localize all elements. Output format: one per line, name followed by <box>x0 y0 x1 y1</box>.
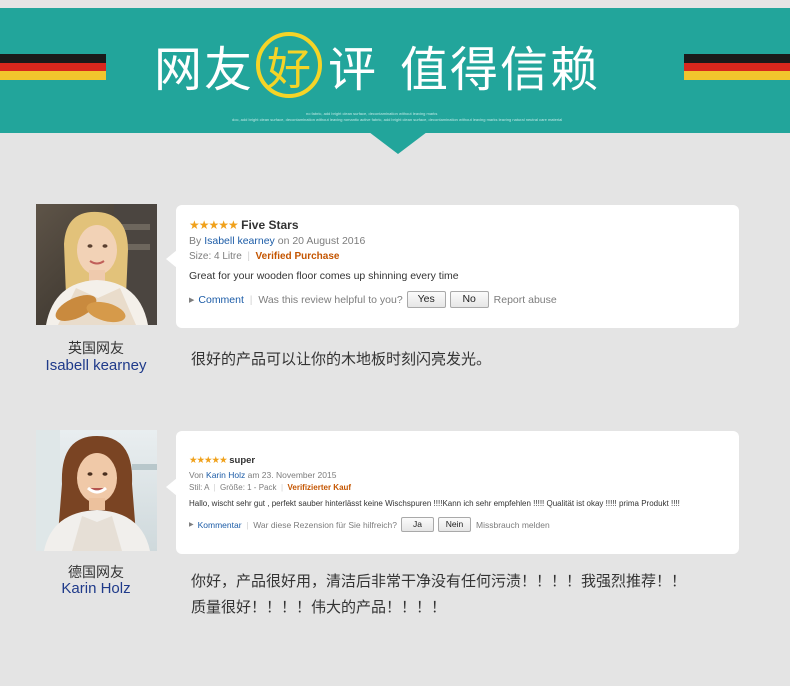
triangle-right-icon: ▶ <box>189 522 194 528</box>
reviewer-name: Karin Holz <box>61 580 131 597</box>
translated-comment-line-1: 你好，产品很好用，清洁后非常干净没有任何污渍！！！！我强烈推荐！！ <box>191 573 687 590</box>
star-rating-icon: ★★★★★ <box>189 218 239 232</box>
helpful-no-button[interactable]: No <box>449 291 489 308</box>
variant-info-2: Größe: 1 - Pack <box>220 483 277 492</box>
banner-title-pre: 网友 <box>154 44 255 97</box>
helpful-question: War diese Rezension für Sie hilfreich? <box>253 519 397 530</box>
review-headline: super <box>229 455 256 466</box>
banner-title: 网友 好 评 值得信赖 <box>154 32 600 98</box>
verified-badge: Verifizierter Kauf <box>287 483 352 492</box>
review-body: Hallo, wischt sehr gut , perfekt sauber … <box>189 499 680 508</box>
comment-link[interactable]: Comment <box>198 294 244 306</box>
review-date: on 20 August 2016 <box>277 235 366 247</box>
translated-comment-line-1: 很好的产品可以让你的木地板时刻闪亮发光。 <box>191 351 492 368</box>
banner-fine-print-2: doc, add bright clean surface, decontami… <box>232 117 563 122</box>
variant-info: Stil: A <box>189 483 210 492</box>
helpful-no-button[interactable]: Nein <box>438 517 471 532</box>
helpful-yes-button[interactable]: Yes <box>406 291 446 308</box>
verified-badge: Verified Purchase <box>255 251 340 262</box>
variant-info: Size: 4 Litre <box>189 251 242 262</box>
reviewer-country-label: 德国网友 <box>68 564 124 580</box>
german-flag-left <box>0 54 106 80</box>
german-flag-right <box>684 54 790 80</box>
banner-title-post: 评 <box>328 44 379 97</box>
helpful-yes-button[interactable]: Ja <box>401 517 434 532</box>
author-link[interactable]: Karin Holz <box>206 470 245 480</box>
triangle-right-icon: ▶ <box>189 296 195 304</box>
banner-fine-print-1: no fabric, add bright clean surface, dec… <box>306 111 438 116</box>
review-card-1: ★★★★★ Five Stars By Isabell kearney on 2… <box>176 205 739 328</box>
avatar-reviewer-2 <box>36 430 157 551</box>
banner-title-circled: 好 <box>256 32 323 98</box>
helpful-question: Was this review helpful to you? <box>258 293 403 306</box>
star-rating-icon: ★★★★★ <box>189 455 228 466</box>
translated-comment-line-2: 质量很好！！！！伟大的产品！！！！ <box>191 599 447 616</box>
review-date: am 23. November 2015 <box>247 470 337 480</box>
comment-link[interactable]: Kommentar <box>198 520 242 530</box>
avatar-reviewer-1 <box>36 204 157 325</box>
banner-title-right: 值得信赖 <box>400 44 601 97</box>
reviewer-name: Isabell kearney <box>45 357 147 374</box>
review-body: Great for your wooden floor comes up shi… <box>189 270 459 282</box>
reviewer-country-label: 英国网友 <box>68 340 124 356</box>
review-headline: Five Stars <box>241 218 299 232</box>
review-card-2: ★★★★★ super Von Karin Holz am 23. Novemb… <box>176 431 739 554</box>
report-abuse-link[interactable]: Report abuse <box>494 294 557 306</box>
author-link[interactable]: Isabell kearney <box>204 235 275 247</box>
by-prefix: By <box>189 235 202 247</box>
banner-arrow <box>369 132 427 154</box>
by-prefix: Von <box>189 470 204 480</box>
report-abuse-link[interactable]: Missbrauch melden <box>476 520 550 530</box>
